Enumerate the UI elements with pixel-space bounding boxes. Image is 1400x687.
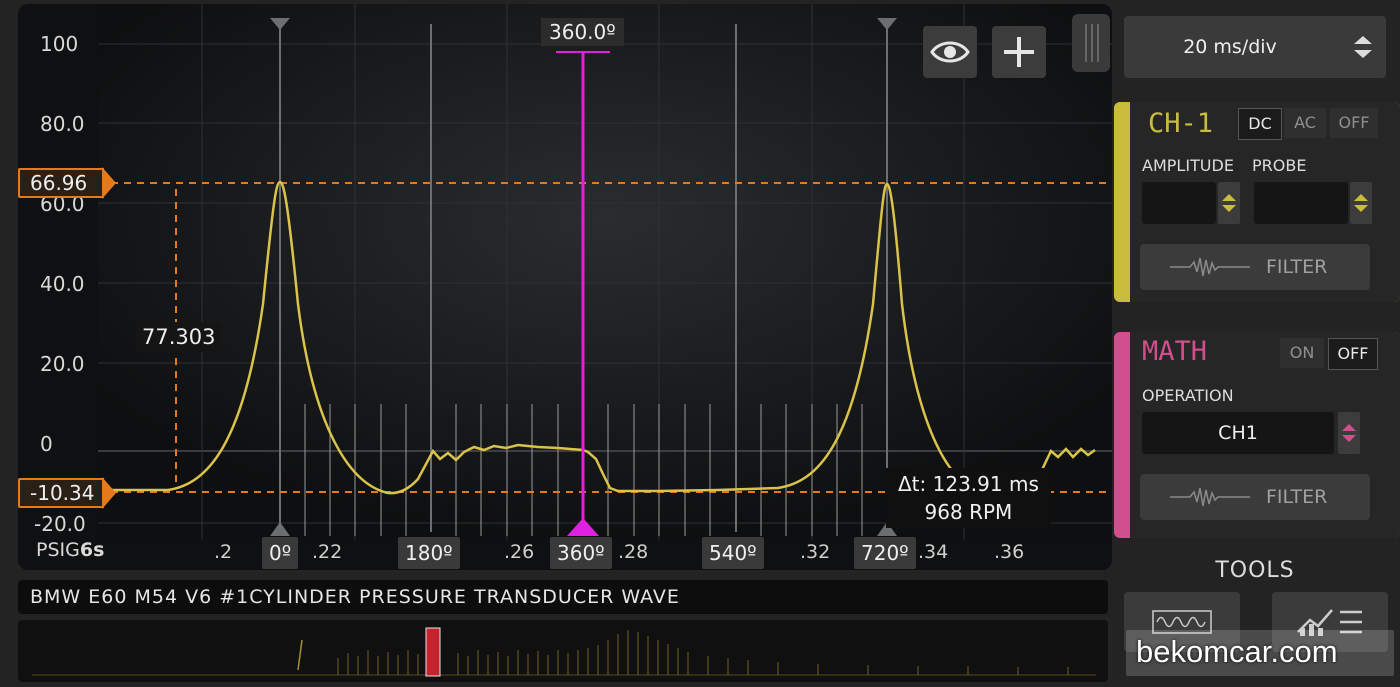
operation-stepper[interactable] — [1338, 412, 1360, 454]
amplitude-field[interactable] — [1142, 182, 1216, 224]
x-axis-label-2: .22 — [312, 541, 343, 563]
cursor-low-value[interactable]: -10.34 — [18, 478, 104, 508]
x-axis-label-3: .26 — [504, 541, 535, 563]
ch1-coupling-ac[interactable]: AC — [1284, 108, 1326, 138]
add-button[interactable] — [992, 26, 1046, 78]
timebase-value: 20 ms/div — [1183, 36, 1277, 58]
unit-label: PSIG6s — [36, 539, 104, 561]
time-text: 6s — [79, 539, 105, 561]
timebase-select[interactable]: 20 ms/div — [1124, 16, 1386, 78]
ch1-coupling-dc[interactable]: DC — [1238, 108, 1282, 140]
math-panel-body: MATH ON OFF OPERATION CH1 FILTER — [1130, 332, 1400, 538]
eye-icon — [930, 41, 970, 63]
phase-cap-360[interactable]: 360º — [550, 537, 612, 569]
x-axis-label-4: .28 — [618, 541, 649, 563]
phase-cap-720[interactable]: 720º — [854, 537, 916, 569]
updown-icon — [1354, 36, 1372, 58]
x-axis-label-6: .34 — [918, 541, 949, 563]
phase-cap-180[interactable]: 180º — [398, 537, 460, 569]
x-axis-label-5: .32 — [800, 541, 831, 563]
overview-strip[interactable] — [18, 620, 1108, 682]
probe-field[interactable] — [1254, 182, 1348, 224]
cursor-high-arrow — [102, 167, 116, 199]
delta-time-readout: Δt: 123.91 ms 968 RPM — [886, 468, 1051, 528]
probe-stepper[interactable] — [1350, 182, 1372, 224]
y-axis-label-100: 100 — [40, 32, 79, 56]
caption-text: BMW E60 M54 V6 #1CYLINDER PRESSURE TRANS… — [30, 586, 680, 608]
probe-label: PROBE — [1252, 156, 1307, 175]
caption-bar: BMW E60 M54 V6 #1CYLINDER PRESSURE TRANS… — [18, 580, 1108, 614]
waveform-icon — [1170, 257, 1250, 277]
math-filter-label: FILTER — [1266, 486, 1328, 508]
drawer-handle[interactable] — [1072, 14, 1110, 72]
amplitude-stepper[interactable] — [1218, 182, 1240, 224]
ch1-title: CH-1 — [1148, 108, 1214, 139]
x-axis-label-7: .36 — [994, 541, 1025, 563]
math-filter-button[interactable]: FILTER — [1140, 474, 1370, 520]
grip-icon — [1085, 24, 1099, 62]
y-axis-label-minus20: -20.0 — [34, 512, 86, 536]
overview-waveform — [32, 627, 1096, 677]
ch1-panel-body: CH-1 DC AC OFF AMPLITUDE PROBE FILTER — [1130, 102, 1400, 302]
rpm-value: 968 RPM — [924, 500, 1013, 524]
waveform-icon — [1170, 487, 1250, 507]
math-title: MATH — [1142, 336, 1208, 367]
plus-icon — [1004, 37, 1034, 67]
tools-title: TOOLS — [1215, 558, 1295, 583]
phase-cap-540[interactable]: 540º — [702, 537, 764, 569]
ch1-panel: CH-1 DC AC OFF AMPLITUDE PROBE FILTER — [1114, 102, 1400, 302]
scope-display[interactable]: 100 80.0 60.0 40.0 20.0 0 -20.0 66.96 -1… — [18, 4, 1112, 570]
updown-icon — [1342, 424, 1356, 442]
phase-cursor-value: 360.0º — [541, 18, 624, 46]
math-toggle-on[interactable]: ON — [1280, 338, 1324, 368]
visibility-button[interactable] — [923, 26, 977, 78]
ch1-filter-label: FILTER — [1266, 256, 1328, 278]
plot-background — [98, 4, 1112, 540]
delta-time: Δt: 123.91 ms — [898, 472, 1039, 496]
y-axis-label-40: 40.0 — [40, 272, 85, 296]
overview-viewport[interactable] — [425, 627, 441, 677]
ch1-coupling-off[interactable]: OFF — [1330, 108, 1378, 138]
math-panel: MATH ON OFF OPERATION CH1 FILTER — [1114, 332, 1400, 538]
cursor-high-value[interactable]: 66.96 — [18, 168, 104, 198]
amplitude-label: AMPLITUDE — [1142, 156, 1234, 175]
x-axis-label-1: .2 — [214, 541, 233, 563]
unit-text: PSIG — [36, 539, 80, 561]
updown-icon — [1222, 194, 1236, 212]
math-toggle-off[interactable]: OFF — [1328, 338, 1378, 370]
watermark-text: bekomcar.com — [1136, 634, 1338, 669]
ch1-filter-button[interactable]: FILTER — [1140, 244, 1370, 290]
delta-value-label: 77.303 — [136, 322, 222, 352]
operation-field[interactable]: CH1 — [1142, 412, 1334, 454]
watermark-box: bekomcar.com — [1126, 630, 1394, 676]
y-axis-label-80: 80.0 — [40, 112, 85, 136]
operation-label: OPERATION — [1142, 386, 1234, 405]
updown-icon — [1354, 194, 1368, 212]
y-axis-label-20: 20.0 — [40, 352, 85, 376]
y-axis-label-0: 0 — [40, 432, 53, 456]
cursor-low-arrow — [102, 477, 116, 509]
phase-cap-0[interactable]: 0º — [262, 537, 299, 569]
